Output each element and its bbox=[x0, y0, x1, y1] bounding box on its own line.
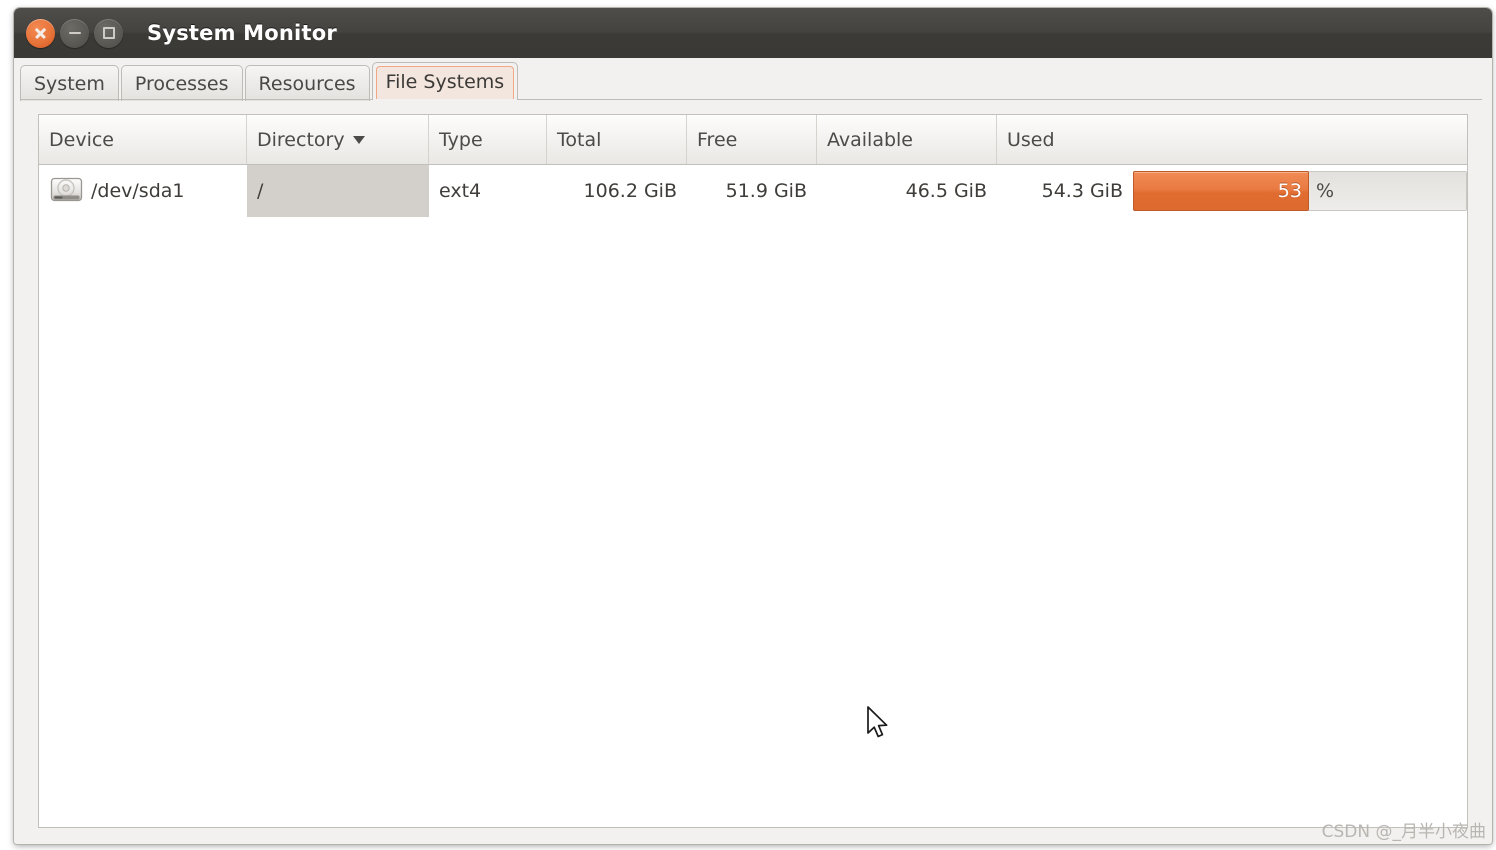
column-header-device[interactable]: Device bbox=[39, 115, 247, 164]
tab-system-label: System bbox=[34, 72, 105, 95]
minimize-icon bbox=[68, 31, 81, 35]
tab-strip: System Processes Resources File Systems bbox=[20, 58, 1482, 101]
file-systems-page: Device Directory Type Total Free Availab… bbox=[24, 100, 1482, 834]
cell-available-label: 46.5 GiB bbox=[905, 180, 987, 202]
minimize-button[interactable] bbox=[60, 18, 89, 48]
used-progress-unit: % bbox=[1315, 180, 1335, 202]
close-icon bbox=[34, 27, 47, 39]
sort-descending-icon bbox=[352, 135, 365, 144]
column-header-used-label: Used bbox=[1007, 128, 1055, 151]
window-controls bbox=[26, 18, 123, 48]
column-header-directory[interactable]: Directory bbox=[247, 115, 429, 164]
used-progress-bar: 53 % bbox=[1133, 171, 1467, 211]
column-header-device-label: Device bbox=[49, 128, 114, 151]
cell-type: ext4 bbox=[429, 165, 547, 217]
column-header-type[interactable]: Type bbox=[429, 115, 547, 164]
used-progress-value: 53 bbox=[1277, 180, 1302, 202]
column-header-total[interactable]: Total bbox=[547, 115, 687, 164]
maximize-button[interactable] bbox=[94, 18, 123, 48]
column-header-total-label: Total bbox=[557, 128, 602, 151]
tab-processes-label: Processes bbox=[134, 72, 229, 95]
window-titlebar[interactable]: System Monitor bbox=[14, 8, 1492, 58]
tab-system[interactable]: System bbox=[20, 65, 119, 101]
cell-device: /dev/sda1 bbox=[39, 165, 247, 217]
cell-directory: / bbox=[247, 165, 429, 217]
cell-free: 51.9 GiB bbox=[687, 165, 817, 217]
tab-file-systems-label: File Systems bbox=[385, 70, 505, 93]
cell-used-label: 54.3 GiB bbox=[1041, 180, 1123, 202]
column-header-free-label: Free bbox=[697, 128, 738, 151]
maximize-icon bbox=[102, 27, 115, 39]
tab-file-systems[interactable]: File Systems bbox=[371, 62, 519, 101]
cell-used-percent: 53 % bbox=[1133, 165, 1467, 217]
column-header-available[interactable]: Available bbox=[817, 115, 997, 164]
column-header-type-label: Type bbox=[439, 128, 483, 151]
column-header-directory-label: Directory bbox=[257, 128, 345, 151]
cell-free-label: 51.9 GiB bbox=[725, 180, 807, 202]
used-progress-fill: 53 bbox=[1133, 171, 1309, 211]
file-systems-list[interactable]: Device Directory Type Total Free Availab… bbox=[38, 114, 1468, 828]
column-header-used[interactable]: Used bbox=[997, 115, 1467, 164]
cell-available: 46.5 GiB bbox=[817, 165, 997, 217]
cell-device-label: /dev/sda1 bbox=[91, 180, 185, 202]
cell-directory-label: / bbox=[257, 180, 264, 202]
table-row[interactable]: /dev/sda1 / ext4 106.2 GiB 51.9 GiB 46.5… bbox=[39, 165, 1467, 217]
window-body: System Processes Resources File Systems … bbox=[14, 58, 1492, 844]
table-body: /dev/sda1 / ext4 106.2 GiB 51.9 GiB 46.5… bbox=[39, 165, 1467, 827]
cell-total: 106.2 GiB bbox=[547, 165, 687, 217]
table-header-row: Device Directory Type Total Free Availab… bbox=[39, 115, 1467, 165]
tab-resources-label: Resources bbox=[258, 72, 356, 95]
column-header-available-label: Available bbox=[827, 128, 914, 151]
tab-processes[interactable]: Processes bbox=[120, 65, 243, 101]
watermark-text: CSDN @_月半小夜曲 bbox=[1321, 822, 1486, 842]
cell-total-label: 106.2 GiB bbox=[583, 180, 677, 202]
close-button[interactable] bbox=[26, 18, 55, 48]
cell-type-label: ext4 bbox=[439, 180, 482, 202]
cell-used: 54.3 GiB bbox=[997, 165, 1133, 217]
hard-disk-icon bbox=[49, 176, 85, 206]
column-header-free[interactable]: Free bbox=[687, 115, 817, 164]
tab-resources[interactable]: Resources bbox=[244, 65, 370, 101]
system-monitor-window: System Monitor System Processes Resource… bbox=[14, 8, 1492, 844]
window-title: System Monitor bbox=[147, 21, 337, 45]
